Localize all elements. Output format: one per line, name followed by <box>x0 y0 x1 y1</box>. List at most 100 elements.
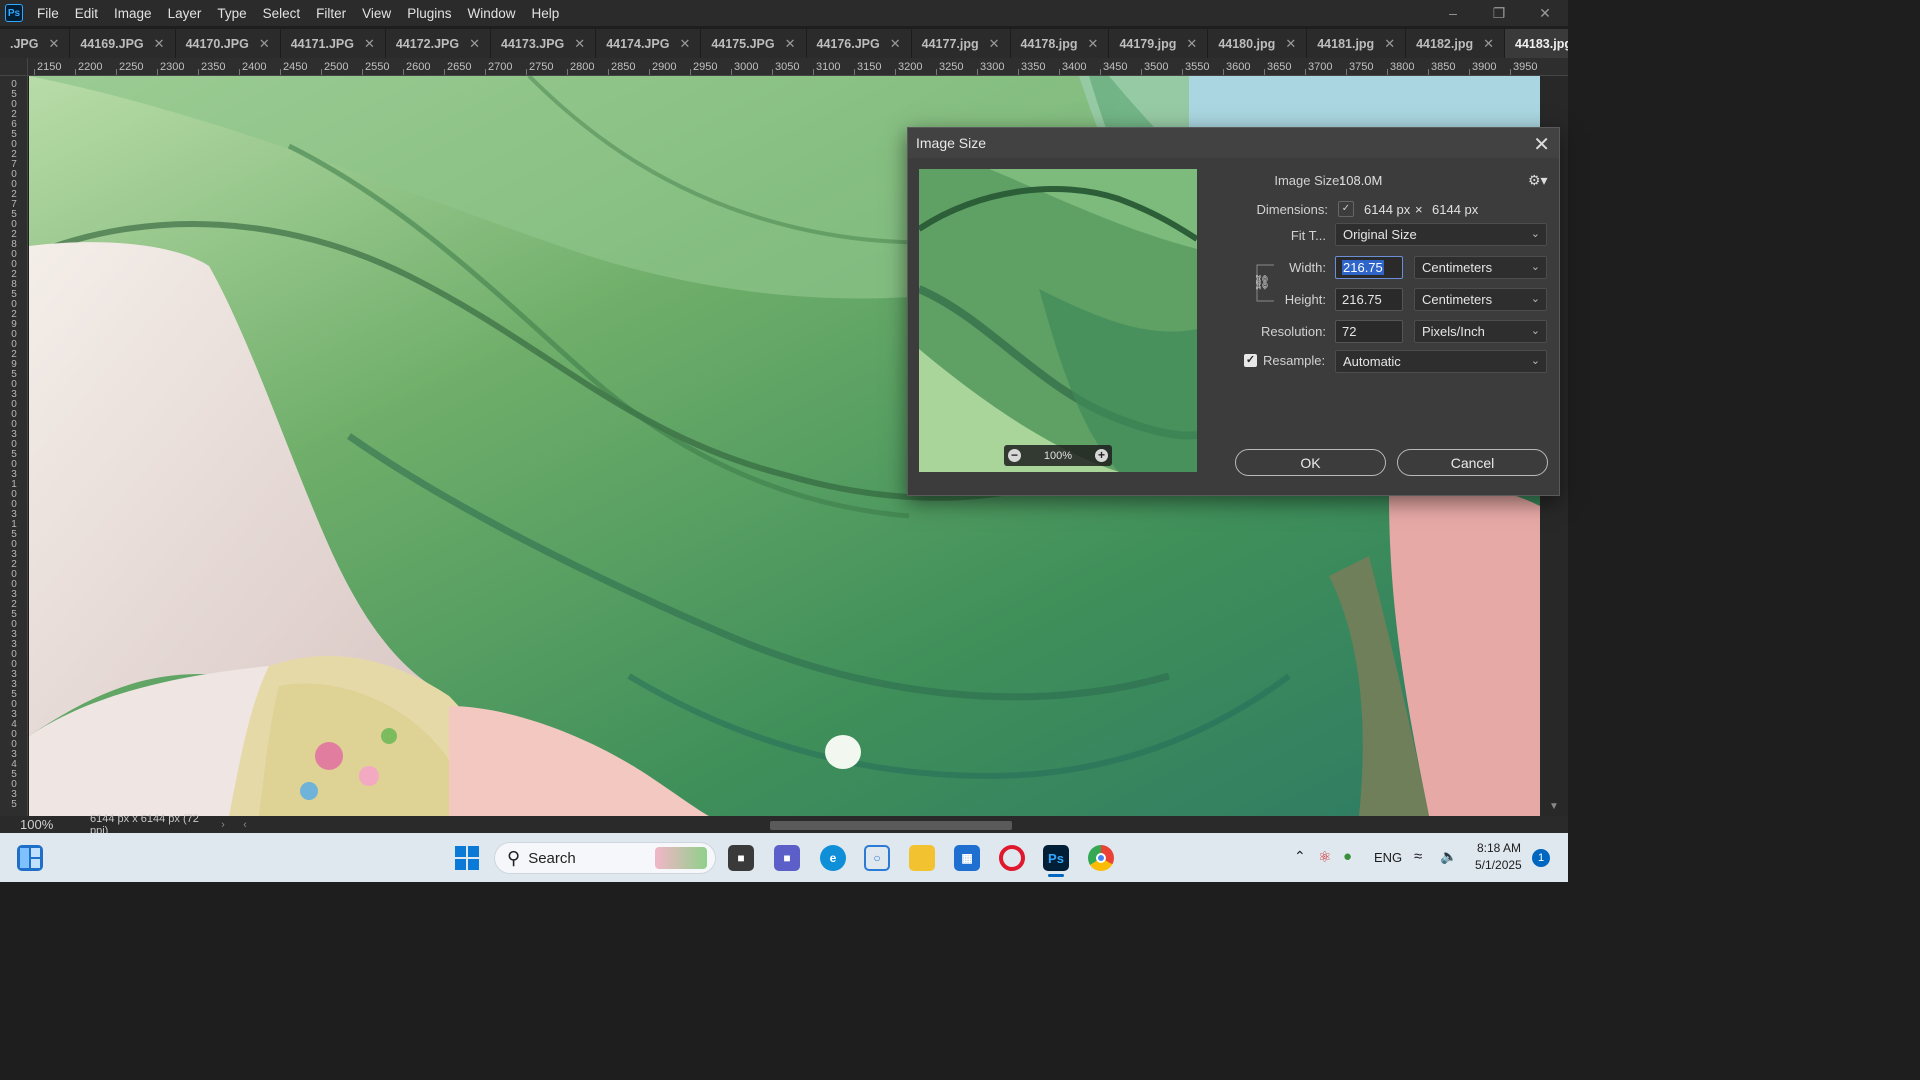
vertical-ruler[interactable]: 0502650270027502800285029002950300030503… <box>0 76 28 816</box>
image-preview[interactable]: − 100% + <box>919 169 1197 472</box>
document-tab[interactable]: 44176.JPG ✕ <box>806 29 912 58</box>
microsoft-store-icon[interactable]: ▦ <box>954 845 980 871</box>
zoom-level[interactable]: 100% <box>0 817 62 832</box>
tray-network-app-icon[interactable]: ● <box>1343 848 1352 865</box>
menu-help[interactable]: Help <box>523 6 567 21</box>
ok-button[interactable]: OK <box>1235 449 1386 476</box>
document-tab[interactable]: 44170.JPG ✕ <box>175 29 281 58</box>
document-tab[interactable]: .JPG ✕ <box>0 29 71 58</box>
menu-plugins[interactable]: Plugins <box>399 6 459 21</box>
document-tab[interactable]: 44180.jpg ✕ <box>1208 29 1308 58</box>
volume-muted-icon[interactable]: 🔈 <box>1440 848 1457 865</box>
ruler-label: 2700 <box>488 61 513 73</box>
resolution-unit-dropdown[interactable]: Pixels/Inch ⌄ <box>1414 320 1547 343</box>
width-unit-dropdown[interactable]: Centimeters ⌄ <box>1414 256 1547 279</box>
clock-time[interactable]: 8:18 AM <box>1477 841 1521 855</box>
lens-icon[interactable]: ○ <box>864 845 890 871</box>
menu-window[interactable]: Window <box>459 6 523 21</box>
zoom-out-icon[interactable]: − <box>1008 449 1021 462</box>
ruler-tick <box>1346 69 1347 75</box>
tab-close-icon[interactable]: ✕ <box>49 36 60 52</box>
width-input[interactable]: 216.75 <box>1335 256 1403 279</box>
tab-close-icon[interactable]: ✕ <box>1384 36 1395 52</box>
document-tab[interactable]: 44179.jpg ✕ <box>1109 29 1209 58</box>
start-menu-icon[interactable] <box>454 845 480 871</box>
menu-image[interactable]: Image <box>106 6 160 21</box>
tab-close-icon[interactable]: ✕ <box>1285 36 1296 52</box>
horizontal-ruler[interactable]: 2150 2200 2250 2300 2350 2400 2450 2500 2550 2600… <box>28 58 1568 76</box>
ruler-tick <box>977 69 978 75</box>
menu-view[interactable]: View <box>354 6 399 21</box>
tab-close-icon[interactable]: ✕ <box>1088 36 1099 52</box>
tab-close-icon[interactable]: ✕ <box>469 36 480 52</box>
document-tab[interactable]: 44183.jpg @ 100% (RGB/8#)✕ <box>1505 29 1568 58</box>
document-tab[interactable]: 44177.jpg ✕ <box>911 29 1011 58</box>
document-tab[interactable]: 44171.JPG ✕ <box>280 29 386 58</box>
tab-close-icon[interactable]: ✕ <box>364 36 375 52</box>
tray-app-icon[interactable]: ⚛ <box>1318 848 1331 866</box>
tab-close-icon[interactable]: ✕ <box>1186 36 1197 52</box>
tab-close-icon[interactable]: ✕ <box>574 36 585 52</box>
document-tab[interactable]: 44182.jpg ✕ <box>1406 29 1505 58</box>
photoshop-taskbar-icon[interactable]: Ps <box>1043 845 1069 871</box>
menu-edit[interactable]: Edit <box>67 6 106 21</box>
tab-close-icon[interactable]: ✕ <box>679 36 690 52</box>
dialog-close-icon[interactable]: ✕ <box>1533 132 1550 157</box>
resample-dropdown[interactable]: Automatic ⌄ <box>1335 350 1547 373</box>
document-tab[interactable]: 44172.JPG ✕ <box>385 29 492 58</box>
minimize-icon[interactable]: – <box>1430 0 1476 26</box>
menu-type[interactable]: Type <box>209 6 254 21</box>
horizontal-scroll-thumb[interactable] <box>770 821 1012 830</box>
widgets-icon[interactable] <box>17 845 43 871</box>
edge-icon[interactable]: e <box>820 845 846 871</box>
document-tab[interactable]: 44174.JPG ✕ <box>596 29 702 58</box>
resolution-input[interactable]: 72 <box>1335 320 1403 343</box>
scroll-down-icon[interactable]: ▼ <box>1549 801 1559 812</box>
menu-layer[interactable]: Layer <box>160 6 210 21</box>
zoom-in-icon[interactable]: + <box>1094 449 1108 462</box>
menu-file[interactable]: File <box>29 6 67 21</box>
document-tab[interactable]: 44169.JPG ✕ <box>70 29 176 58</box>
file-explorer-icon[interactable] <box>909 845 935 871</box>
height-unit-value: Centimeters <box>1422 292 1493 307</box>
menu-filter[interactable]: Filter <box>308 6 354 21</box>
dimensions-units-icon[interactable]: ✓ <box>1338 201 1354 217</box>
document-tab[interactable]: 44178.jpg ✕ <box>1010 29 1110 58</box>
fit-to-dropdown[interactable]: Original Size ⌄ <box>1335 223 1547 246</box>
menu-select[interactable]: Select <box>255 6 309 21</box>
tray-overflow-icon[interactable]: ⌃ <box>1294 848 1306 865</box>
ruler-label: 3500 <box>1144 61 1169 73</box>
wifi-icon[interactable]: ≈ <box>1414 848 1422 865</box>
tab-close-icon[interactable]: ✕ <box>989 36 1000 52</box>
language-indicator[interactable]: ENG <box>1374 850 1402 865</box>
document-tab[interactable]: 44173.JPG ✕ <box>491 29 597 58</box>
teams-icon[interactable]: ■ <box>774 845 800 871</box>
resample-checkbox[interactable]: ✓ <box>1244 354 1257 367</box>
taskbar-search[interactable]: ⚲ Search <box>494 842 716 874</box>
ruler-label: 3400 <box>1062 61 1087 73</box>
tab-close-icon[interactable]: ✕ <box>890 36 901 52</box>
horizontal-scrollbar[interactable] <box>260 819 1520 830</box>
tab-close-icon[interactable]: ✕ <box>785 36 796 52</box>
tab-close-icon[interactable]: ✕ <box>154 36 165 52</box>
photoshop-logo-icon[interactable]: Ps <box>5 4 23 22</box>
height-input[interactable]: 216.75 <box>1335 288 1403 311</box>
cancel-button[interactable]: Cancel <box>1397 449 1548 476</box>
scroll-left-icon[interactable]: ‹ <box>234 819 256 831</box>
tab-close-icon[interactable]: ✕ <box>259 36 270 52</box>
link-chain-icon[interactable]: ⛓ <box>1253 274 1271 291</box>
close-window-icon[interactable]: ✕ <box>1522 0 1568 26</box>
file-manager-icon[interactable]: ■ <box>728 845 754 871</box>
opera-icon[interactable] <box>999 845 1025 871</box>
restore-icon[interactable]: ❐ <box>1476 0 1522 26</box>
tab-close-icon[interactable]: ✕ <box>1483 36 1494 52</box>
gear-icon[interactable]: ⚙▾ <box>1528 172 1548 189</box>
chrome-icon[interactable] <box>1088 845 1114 871</box>
height-unit-dropdown[interactable]: Centimeters ⌄ <box>1414 288 1547 311</box>
document-tab[interactable]: 44175.JPG ✕ <box>701 29 807 58</box>
document-tab[interactable]: 44181.jpg ✕ <box>1307 29 1407 58</box>
chevron-down-icon: ⌄ <box>1530 325 1540 337</box>
status-menu-icon[interactable]: › <box>212 819 234 831</box>
notification-badge[interactable]: 1 <box>1532 849 1550 867</box>
clock-date[interactable]: 5/1/2025 <box>1475 858 1522 872</box>
